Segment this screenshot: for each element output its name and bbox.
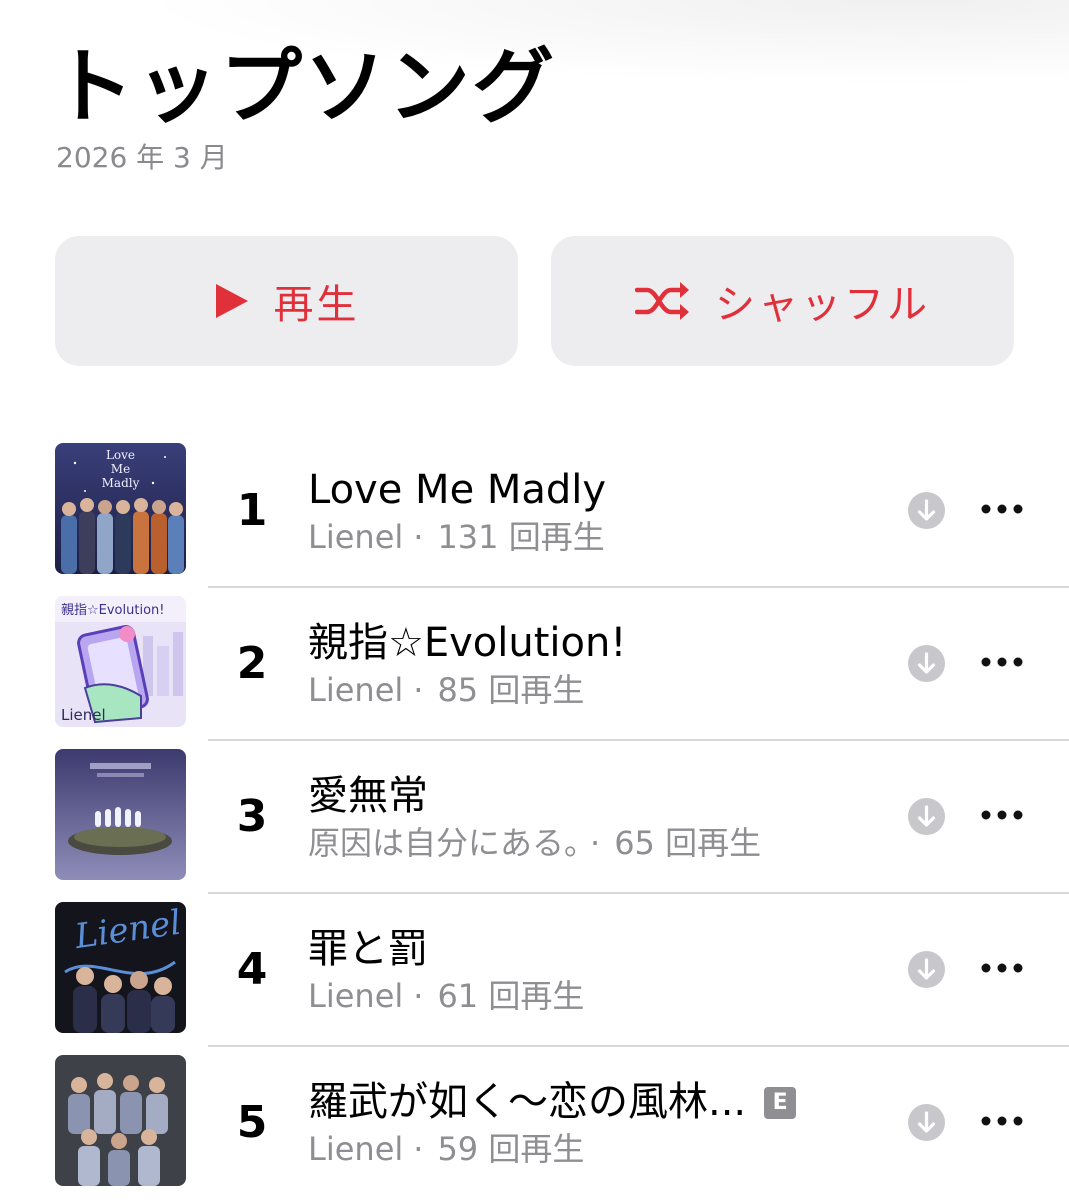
song-meta: 原因は自分にある。 · 65 回再生	[308, 823, 761, 863]
song-row[interactable]: 3 愛無常 原因は自分にある。 · 65 回再生	[0, 749, 1069, 902]
play-button[interactable]: 再生	[55, 236, 518, 366]
shuffle-button[interactable]: シャッフル	[551, 236, 1014, 366]
play-count: 59 回再生	[437, 1130, 585, 1168]
song-title: 罪と罰	[308, 926, 428, 972]
row-divider	[208, 586, 1069, 588]
row-divider	[208, 1045, 1069, 1047]
song-artist: Lienel	[308, 671, 404, 709]
separator: ·	[413, 518, 424, 556]
song-artist: Lienel	[308, 518, 404, 556]
song-title: 親指☆Evolution!	[308, 620, 627, 666]
svg-text:Love: Love	[106, 448, 135, 462]
artwork-brand: Lienel	[61, 706, 106, 724]
download-icon[interactable]	[908, 492, 945, 529]
svg-text:親指☆Evolution!: 親指☆Evolution!	[61, 603, 164, 618]
song-row[interactable]: 親指☆Evolution! Lienel 2 親指☆Evolution! Lie…	[0, 596, 1069, 749]
separator: ·	[413, 1130, 424, 1168]
separator: ·	[590, 824, 601, 862]
explicit-badge: E	[764, 1087, 797, 1119]
download-icon[interactable]	[908, 1104, 945, 1141]
song-title-wrap: 羅武が如く〜恋の風林... E	[308, 1077, 797, 1127]
album-artwork[interactable]	[55, 1055, 186, 1186]
song-artist: 原因は自分にある。	[308, 824, 581, 862]
svg-text:Me: Me	[111, 462, 130, 476]
more-icon[interactable]	[978, 1111, 1026, 1131]
shuffle-icon	[635, 281, 691, 321]
song-title: 羅武が如く〜恋の風林...	[308, 1079, 747, 1125]
play-count: 131 回再生	[437, 518, 605, 556]
more-icon[interactable]	[978, 652, 1026, 672]
song-title: 愛無常	[308, 773, 428, 819]
more-icon[interactable]	[978, 805, 1026, 825]
play-button-label: 再生	[273, 282, 360, 328]
separator: ·	[413, 671, 424, 709]
play-count: 85 回再生	[437, 671, 585, 709]
download-icon[interactable]	[908, 951, 945, 988]
download-icon[interactable]	[908, 645, 945, 682]
song-rank: 4	[236, 944, 268, 995]
row-divider	[208, 892, 1069, 894]
song-rank: 2	[236, 638, 268, 689]
song-row[interactable]: 5 羅武が如く〜恋の風林... E Lienel · 59 回再生	[0, 1055, 1069, 1200]
album-artwork[interactable]: Love Me Madly	[55, 443, 186, 574]
song-rank: 3	[236, 791, 268, 842]
album-artwork[interactable]: Lienel	[55, 902, 186, 1033]
shuffle-button-label: シャッフル	[715, 282, 930, 328]
song-meta: Lienel · 59 回再生	[308, 1129, 584, 1169]
svg-text:Madly: Madly	[102, 476, 140, 490]
album-artwork[interactable]: 親指☆Evolution! Lienel	[55, 596, 186, 727]
separator: ·	[413, 977, 424, 1015]
row-divider	[208, 739, 1069, 741]
song-meta: Lienel · 61 回再生	[308, 976, 584, 1016]
page-subtitle: 2026 年 3 月	[56, 141, 228, 174]
play-count: 65 回再生	[614, 824, 762, 862]
song-rank: 1	[236, 485, 268, 536]
song-rank: 5	[236, 1097, 268, 1148]
song-title: Love Me Madly	[308, 467, 607, 513]
more-icon[interactable]	[978, 499, 1026, 519]
song-artist: Lienel	[308, 977, 404, 1015]
song-artist: Lienel	[308, 1130, 404, 1168]
song-row[interactable]: Lienel 4 罪と罰 Lienel · 61 回再生	[0, 902, 1069, 1055]
song-meta: Lienel · 85 回再生	[308, 670, 584, 710]
page-title: トップソング	[52, 40, 557, 135]
download-icon[interactable]	[908, 798, 945, 835]
album-artwork[interactable]	[55, 749, 186, 880]
play-icon	[214, 282, 250, 320]
more-icon[interactable]	[978, 958, 1026, 978]
song-meta: Lienel · 131 回再生	[308, 517, 605, 557]
top-songs-screen: トップソング 2026 年 3 月 再生 シャッフル Love Me Madly…	[0, 0, 1069, 1200]
song-row[interactable]: Love Me Madly 1 Love Me Madly Lienel · 1…	[0, 443, 1069, 596]
play-count: 61 回再生	[437, 977, 585, 1015]
